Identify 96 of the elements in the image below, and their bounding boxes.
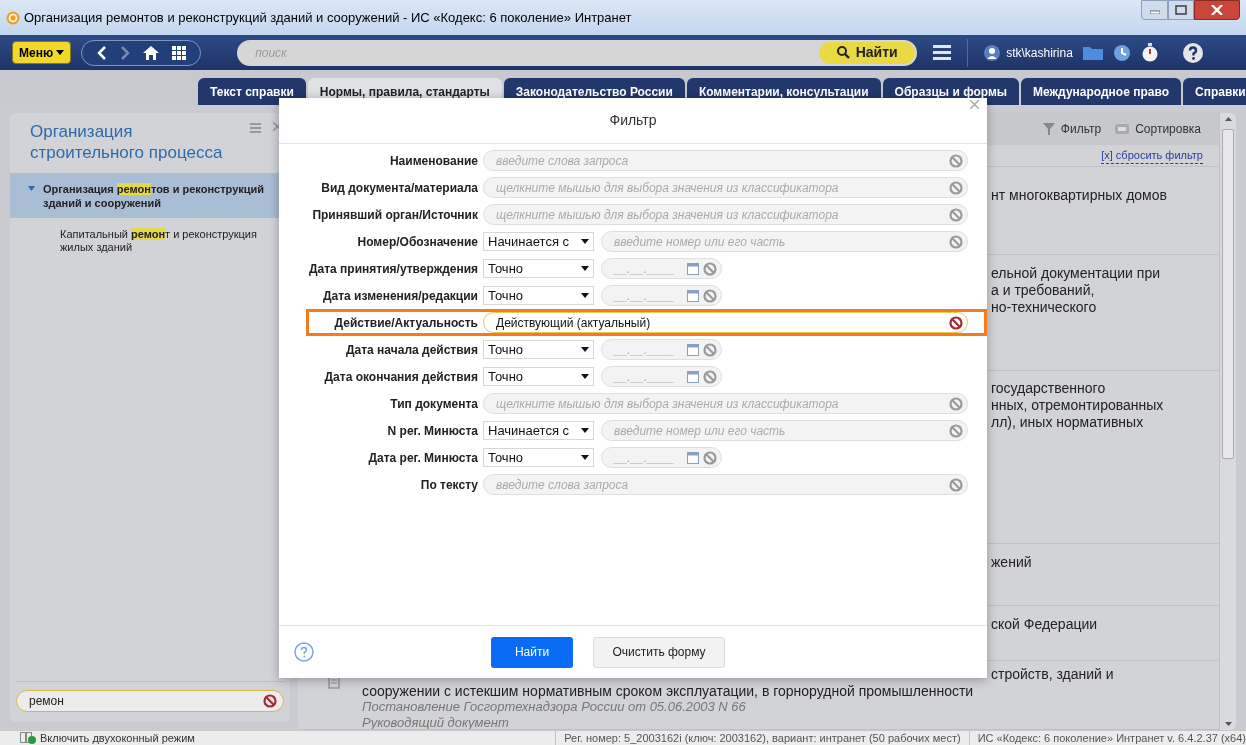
two-window-icon	[20, 732, 36, 744]
input-field[interactable]: Действующий (актуальный)	[483, 312, 968, 333]
tab[interactable]: Текст справки	[198, 78, 306, 105]
calendar-icon[interactable]	[687, 451, 699, 464]
caret-icon	[581, 347, 589, 352]
mode-dropdown[interactable]: Точно	[483, 367, 594, 386]
funnel-icon	[1042, 123, 1055, 135]
scrollbar[interactable]	[1219, 113, 1236, 730]
caret-icon	[581, 293, 589, 298]
forward-icon	[119, 45, 130, 60]
menu-icon	[933, 45, 952, 60]
mode-dropdown[interactable]: Начинается с	[483, 421, 594, 440]
back-button[interactable]	[96, 45, 107, 60]
caret-icon	[581, 428, 589, 433]
field-label: Дата окончания действия	[323, 368, 478, 386]
stopwatch-icon	[1140, 43, 1159, 62]
app-logo-icon	[6, 10, 20, 25]
minimize-button[interactable]	[1141, 0, 1168, 20]
find-button[interactable]: Найти	[491, 636, 573, 668]
grid-icon	[171, 45, 186, 60]
sort-button[interactable]: Сортировка	[1115, 120, 1201, 138]
help-button[interactable]	[1182, 42, 1203, 63]
filter-button[interactable]: Фильтр	[1042, 120, 1102, 138]
close-button[interactable]	[1194, 0, 1240, 20]
scroll-up-icon	[1224, 117, 1232, 121]
home-button[interactable]	[142, 45, 159, 60]
help-icon	[294, 642, 314, 662]
scroll-down-icon	[1224, 722, 1232, 726]
calendar-icon[interactable]	[687, 343, 699, 356]
folder-button[interactable]	[1082, 45, 1103, 60]
field-label: N рег. Минюста	[386, 422, 478, 440]
user-icon	[984, 44, 1001, 61]
field-label: Номер/Обозначение	[356, 233, 478, 251]
mode-dropdown[interactable]: Начинается с	[483, 232, 594, 251]
calendar-icon[interactable]	[687, 289, 699, 302]
home-icon	[142, 45, 159, 60]
dual-mode-button[interactable]: Включить двухоконный режим	[0, 729, 556, 745]
history-button[interactable]	[1112, 43, 1131, 62]
user-button[interactable]: stk\kashirina	[984, 43, 1073, 62]
result-doc-type: Руководящий документ	[362, 715, 510, 729]
result-source: Постановление Госгортехнадзора России от 05.06.2003 N 66	[362, 699, 747, 715]
menu-icon	[250, 123, 261, 133]
search-field[interactable]: поиск Найти	[237, 39, 918, 66]
field-label: Наименование	[388, 152, 478, 170]
field-label: Принявший орган/Источник	[311, 206, 478, 224]
maximize-button[interactable]	[1168, 0, 1194, 20]
search-icon	[836, 46, 850, 59]
menu-button[interactable]: Меню	[12, 41, 72, 64]
folder-icon	[1082, 45, 1103, 60]
field-label: По тексту	[419, 476, 478, 494]
field-label: Дата изменения/редакции	[322, 287, 478, 305]
caret-icon	[581, 455, 589, 460]
find-button[interactable]: Найти	[819, 41, 916, 64]
tab[interactable]: Справки	[1183, 78, 1246, 105]
field-label: Дата принятия/утверждения	[309, 260, 478, 278]
field-label: Дата рег. Минюста	[367, 449, 478, 467]
clear-icon[interactable]	[949, 315, 963, 330]
clock-icon	[1112, 43, 1131, 62]
restore-icon	[1175, 5, 1187, 15]
reset-filter-link[interactable]: [x] сбросить фильтр	[1101, 146, 1203, 165]
close-icon	[1211, 5, 1223, 15]
registration-info: Рег. номер: 5_2003162i (ключ: 2003162), вариант: интранет (50 рабочих мест)	[555, 729, 969, 745]
field-label: Вид документа/материала	[320, 179, 478, 197]
sort-icon	[1115, 124, 1130, 134]
back-icon	[96, 45, 107, 60]
tab[interactable]: Международное право	[1021, 78, 1181, 105]
field-label: Тип документа	[389, 395, 478, 413]
mode-dropdown[interactable]: Точно	[483, 448, 594, 467]
calendar-icon[interactable]	[687, 370, 699, 383]
timer-button[interactable]	[1140, 43, 1159, 62]
clear-form-button[interactable]: Очистить форму	[593, 636, 725, 668]
search-field[interactable]: ремон	[16, 690, 284, 712]
help-icon	[1182, 42, 1203, 63]
grid-button[interactable]	[171, 45, 186, 60]
window-title: Организация ремонтов и реконструкций зданий и сооружений - ИС «Кодекс: 6 поколение» Интранет	[24, 8, 632, 27]
mode-dropdown[interactable]: Точно	[483, 259, 594, 278]
expanded-caret-icon	[28, 186, 35, 192]
caret-icon	[56, 50, 65, 55]
version-info: ИС «Кодекс: 6 поколение» Интранет v. 6.4.2.37 (x64)	[968, 729, 1246, 745]
clear-icon[interactable]	[263, 694, 277, 708]
field-label: Дата начала действия	[345, 341, 478, 359]
forward-button[interactable]	[119, 45, 130, 60]
mode-dropdown[interactable]: Точно	[483, 340, 594, 359]
caret-icon	[581, 374, 589, 379]
result-title[interactable]: сооружении с истекшим нормативным сроком эксплуатации, в горнорудной промышленности	[362, 683, 974, 699]
menu-button[interactable]	[933, 45, 952, 60]
list-options-button[interactable]	[250, 123, 261, 133]
scrollbar-thumb[interactable]	[1222, 129, 1234, 459]
dialog-title: Фильтр	[609, 111, 657, 130]
close-icon	[970, 100, 979, 109]
mode-dropdown[interactable]: Точно	[483, 286, 594, 305]
caret-icon	[581, 239, 589, 244]
caret-icon	[581, 266, 589, 271]
field-label: Действие/Актуальность	[333, 314, 478, 332]
calendar-icon[interactable]	[687, 262, 699, 275]
sidebar-title: Организация строительного процесса	[30, 121, 224, 163]
